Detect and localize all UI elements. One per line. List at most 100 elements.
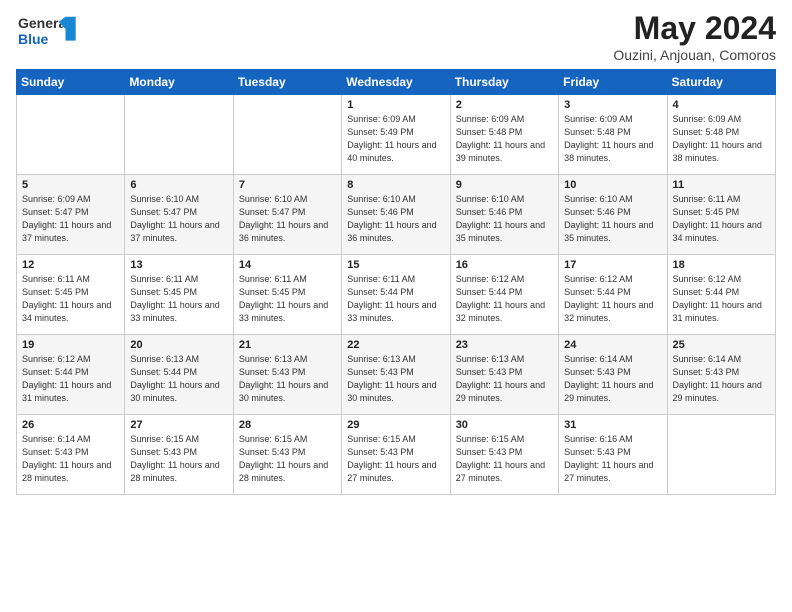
day-number: 28	[239, 419, 336, 431]
day-number: 9	[456, 179, 553, 191]
day-number: 26	[22, 419, 119, 431]
calendar-cell-3-5: 24 Sunrise: 6:14 AMSunset: 5:43 PMDayligh…	[559, 335, 667, 415]
day-number: 21	[239, 339, 336, 351]
day-number: 10	[564, 179, 661, 191]
calendar-title: May 2024	[613, 10, 776, 47]
day-number: 8	[347, 179, 444, 191]
calendar-cell-4-2: 28 Sunrise: 6:15 AMSunset: 5:43 PMDayligh…	[233, 415, 341, 495]
logo-area: General Blue	[16, 10, 106, 57]
week-row-2: 12 Sunrise: 6:11 AMSunset: 5:45 PMDayligh…	[17, 255, 776, 335]
day-info: Sunrise: 6:11 AMSunset: 5:45 PMDaylight:…	[22, 273, 119, 325]
day-number: 31	[564, 419, 661, 431]
calendar-cell-1-1: 6Sunrise: 6:10 AMSunset: 5:47 PMDaylight…	[125, 175, 233, 255]
calendar-cell-4-6	[667, 415, 775, 495]
day-number: 1	[347, 99, 444, 111]
day-info: Sunrise: 6:12 AMSunset: 5:44 PMDaylight:…	[673, 273, 770, 325]
calendar-cell-1-4: 9 Sunrise: 6:10 AMSunset: 5:46 PMDaylight…	[450, 175, 558, 255]
calendar-cell-4-4: 30Sunrise: 6:15 AMSunset: 5:43 PMDayligh…	[450, 415, 558, 495]
day-number: 13	[130, 259, 227, 271]
calendar-cell-1-0: 5Sunrise: 6:09 AMSunset: 5:47 PMDaylight…	[17, 175, 125, 255]
header-friday: Friday	[559, 70, 667, 95]
day-info: Sunrise: 6:09 AMSunset: 5:49 PMDaylight:…	[347, 113, 444, 165]
calendar-cell-2-0: 12 Sunrise: 6:11 AMSunset: 5:45 PMDayligh…	[17, 255, 125, 335]
day-info: Sunrise: 6:15 AMSunset: 5:43 PMDaylight:…	[456, 433, 553, 485]
day-info: Sunrise: 6:15 AMSunset: 5:43 PMDaylight:…	[239, 433, 336, 485]
day-number: 22	[347, 339, 444, 351]
day-info: Sunrise: 6:13 AMSunset: 5:43 PMDaylight:…	[347, 353, 444, 405]
header-tuesday: Tuesday	[233, 70, 341, 95]
page: General Blue May 2024 Ouzini, Anjouan, C…	[0, 0, 792, 612]
svg-text:Blue: Blue	[18, 31, 49, 47]
day-number: 12	[22, 259, 119, 271]
calendar-cell-3-3: 22 Sunrise: 6:13 AMSunset: 5:43 PMDayligh…	[342, 335, 450, 415]
calendar-cell-3-6: 25Sunrise: 6:14 AMSunset: 5:43 PMDayligh…	[667, 335, 775, 415]
day-number: 3	[564, 99, 661, 111]
calendar-cell-0-2	[233, 95, 341, 175]
calendar-cell-4-3: 29 Sunrise: 6:15 AMSunset: 5:43 PMDayligh…	[342, 415, 450, 495]
calendar-cell-1-6: 11Sunrise: 6:11 AMSunset: 5:45 PMDayligh…	[667, 175, 775, 255]
day-info: Sunrise: 6:11 AMSunset: 5:45 PMDaylight:…	[239, 273, 336, 325]
calendar-cell-2-4: 16 Sunrise: 6:12 AMSunset: 5:44 PMDayligh…	[450, 255, 558, 335]
day-number: 18	[673, 259, 770, 271]
calendar-cell-3-1: 20 Sunrise: 6:13 AMSunset: 5:44 PMDayligh…	[125, 335, 233, 415]
calendar-cell-0-0	[17, 95, 125, 175]
calendar-cell-0-5: 3Sunrise: 6:09 AMSunset: 5:48 PMDaylight…	[559, 95, 667, 175]
day-number: 19	[22, 339, 119, 351]
calendar-cell-4-1: 27 Sunrise: 6:15 AMSunset: 5:43 PMDayligh…	[125, 415, 233, 495]
day-info: Sunrise: 6:12 AMSunset: 5:44 PMDaylight:…	[22, 353, 119, 405]
day-number: 6	[130, 179, 227, 191]
day-info: Sunrise: 6:15 AMSunset: 5:43 PMDaylight:…	[130, 433, 227, 485]
calendar-cell-3-0: 19 Sunrise: 6:12 AMSunset: 5:44 PMDayligh…	[17, 335, 125, 415]
day-info: Sunrise: 6:14 AMSunset: 5:43 PMDaylight:…	[673, 353, 770, 405]
calendar-cell-2-6: 18 Sunrise: 6:12 AMSunset: 5:44 PMDayligh…	[667, 255, 775, 335]
day-number: 16	[456, 259, 553, 271]
calendar-cell-2-3: 15 Sunrise: 6:11 AMSunset: 5:44 PMDayligh…	[342, 255, 450, 335]
day-info: Sunrise: 6:09 AMSunset: 5:48 PMDaylight:…	[456, 113, 553, 165]
calendar-cell-0-3: 1 Sunrise: 6:09 AMSunset: 5:49 PMDaylight…	[342, 95, 450, 175]
calendar-cell-0-4: 2Sunrise: 6:09 AMSunset: 5:48 PMDaylight…	[450, 95, 558, 175]
day-number: 15	[347, 259, 444, 271]
day-number: 27	[130, 419, 227, 431]
day-info: Sunrise: 6:12 AMSunset: 5:44 PMDaylight:…	[564, 273, 661, 325]
day-info: Sunrise: 6:15 AMSunset: 5:43 PMDaylight:…	[347, 433, 444, 485]
week-row-1: 5Sunrise: 6:09 AMSunset: 5:47 PMDaylight…	[17, 175, 776, 255]
day-number: 20	[130, 339, 227, 351]
day-info: Sunrise: 6:12 AMSunset: 5:44 PMDaylight:…	[456, 273, 553, 325]
calendar-cell-4-0: 26 Sunrise: 6:14 AMSunset: 5:43 PMDayligh…	[17, 415, 125, 495]
day-number: 11	[673, 179, 770, 191]
day-info: Sunrise: 6:10 AMSunset: 5:46 PMDaylight:…	[564, 193, 661, 245]
calendar-cell-2-1: 13 Sunrise: 6:11 AMSunset: 5:45 PMDayligh…	[125, 255, 233, 335]
header-thursday: Thursday	[450, 70, 558, 95]
calendar-cell-4-5: 31Sunrise: 6:16 AMSunset: 5:43 PMDayligh…	[559, 415, 667, 495]
day-number: 23	[456, 339, 553, 351]
calendar-table: Sunday Monday Tuesday Wednesday Thursday…	[16, 69, 776, 495]
day-info: Sunrise: 6:10 AMSunset: 5:47 PMDaylight:…	[239, 193, 336, 245]
day-info: Sunrise: 6:09 AMSunset: 5:47 PMDaylight:…	[22, 193, 119, 245]
day-info: Sunrise: 6:14 AMSunset: 5:43 PMDaylight:…	[564, 353, 661, 405]
title-area: May 2024 Ouzini, Anjouan, Comoros	[613, 10, 776, 63]
day-info: Sunrise: 6:11 AMSunset: 5:44 PMDaylight:…	[347, 273, 444, 325]
header-monday: Monday	[125, 70, 233, 95]
header-sunday: Sunday	[17, 70, 125, 95]
day-number: 4	[673, 99, 770, 111]
header-saturday: Saturday	[667, 70, 775, 95]
calendar-cell-3-2: 21 Sunrise: 6:13 AMSunset: 5:43 PMDayligh…	[233, 335, 341, 415]
day-info: Sunrise: 6:14 AMSunset: 5:43 PMDaylight:…	[22, 433, 119, 485]
day-info: Sunrise: 6:13 AMSunset: 5:44 PMDaylight:…	[130, 353, 227, 405]
day-number: 17	[564, 259, 661, 271]
calendar-subtitle: Ouzini, Anjouan, Comoros	[613, 47, 776, 63]
day-info: Sunrise: 6:11 AMSunset: 5:45 PMDaylight:…	[130, 273, 227, 325]
logo: General Blue	[16, 10, 106, 57]
week-row-3: 19 Sunrise: 6:12 AMSunset: 5:44 PMDayligh…	[17, 335, 776, 415]
calendar-cell-0-1	[125, 95, 233, 175]
day-info: Sunrise: 6:13 AMSunset: 5:43 PMDaylight:…	[456, 353, 553, 405]
day-info: Sunrise: 6:13 AMSunset: 5:43 PMDaylight:…	[239, 353, 336, 405]
day-number: 29	[347, 419, 444, 431]
calendar-cell-2-2: 14Sunrise: 6:11 AMSunset: 5:45 PMDayligh…	[233, 255, 341, 335]
calendar-cell-1-5: 10 Sunrise: 6:10 AMSunset: 5:46 PMDayligh…	[559, 175, 667, 255]
day-info: Sunrise: 6:10 AMSunset: 5:46 PMDaylight:…	[347, 193, 444, 245]
week-row-4: 26 Sunrise: 6:14 AMSunset: 5:43 PMDayligh…	[17, 415, 776, 495]
day-number: 24	[564, 339, 661, 351]
day-info: Sunrise: 6:10 AMSunset: 5:46 PMDaylight:…	[456, 193, 553, 245]
header: General Blue May 2024 Ouzini, Anjouan, C…	[16, 10, 776, 63]
